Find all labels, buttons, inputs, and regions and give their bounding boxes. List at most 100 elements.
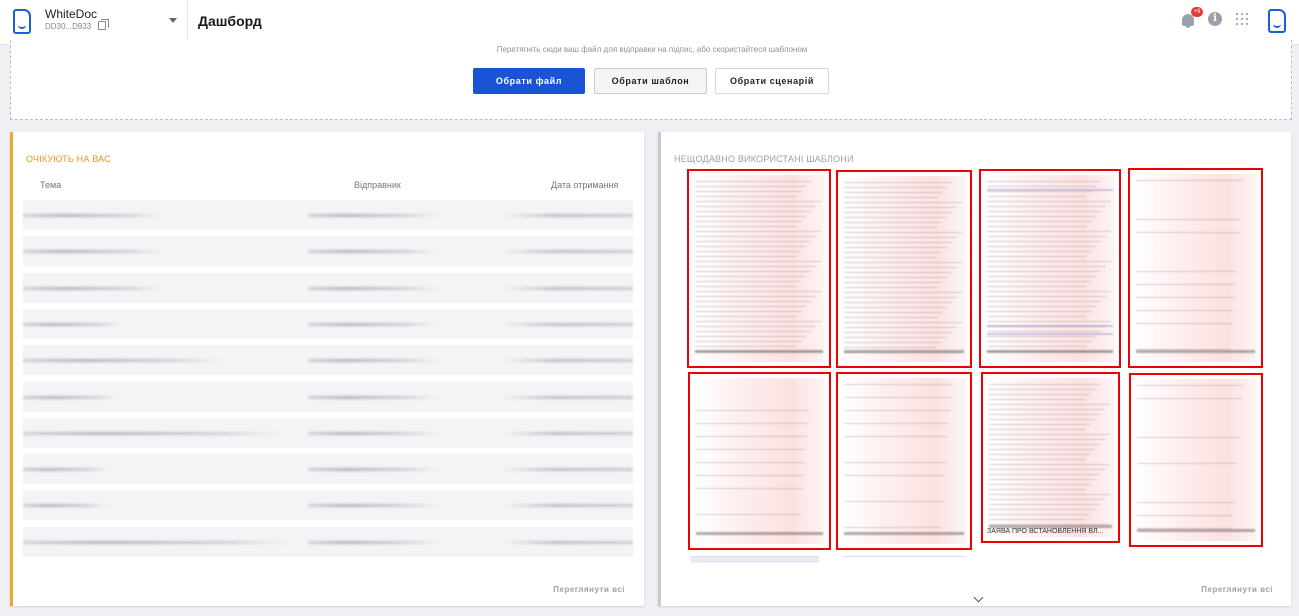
- document-line: [695, 191, 801, 192]
- redacted-sender: [308, 432, 438, 435]
- document-line: [1137, 437, 1239, 438]
- file-drop-zone[interactable]: Перетягніть сюди ваш файл для відправки …: [10, 40, 1292, 120]
- document-line: [695, 291, 821, 292]
- document-line: [1137, 385, 1243, 386]
- document-line: [987, 276, 1096, 277]
- template-thumbnail[interactable]: [1128, 168, 1263, 368]
- document-line: [1136, 350, 1255, 353]
- table-row[interactable]: [23, 418, 633, 448]
- document-line: [987, 316, 1086, 317]
- document-line: [987, 341, 1091, 342]
- document-line: [1137, 463, 1237, 464]
- table-row[interactable]: [23, 236, 633, 266]
- document-line: [987, 286, 1086, 287]
- redacted-date: [501, 432, 633, 435]
- document-line: [987, 251, 1091, 252]
- redacted-sender: [308, 541, 438, 544]
- document-line: [695, 296, 816, 297]
- document-line: [844, 232, 962, 233]
- document-line: [844, 287, 937, 288]
- document-line: [989, 479, 1095, 480]
- chevron-down-icon[interactable]: [974, 593, 984, 603]
- templates-view-all-link[interactable]: Переглянути всі: [1201, 585, 1273, 594]
- template-thumbnail[interactable]: [687, 169, 831, 368]
- redacted-date: [501, 323, 633, 326]
- document-line: [989, 449, 1095, 450]
- table-row[interactable]: [23, 273, 633, 303]
- document-line: [987, 261, 1111, 262]
- document-line: [1136, 271, 1236, 272]
- org-name[interactable]: WhiteDoc: [45, 7, 97, 21]
- table-row[interactable]: [23, 345, 633, 375]
- table-row[interactable]: [23, 309, 633, 339]
- table-row[interactable]: [23, 454, 633, 484]
- document-line: [987, 301, 1101, 302]
- template-thumbnail[interactable]: [836, 170, 972, 368]
- info-icon[interactable]: i: [1208, 12, 1222, 26]
- document-line: [989, 489, 1085, 490]
- redacted-subject: [23, 504, 108, 507]
- document-line: [987, 281, 1091, 282]
- redacted-date: [501, 504, 633, 507]
- document-line: [844, 257, 937, 258]
- brand-logo-icon[interactable]: [1268, 9, 1286, 33]
- document-line: [844, 237, 957, 238]
- document-line: [987, 336, 1096, 337]
- document-line: [844, 347, 937, 348]
- document-line: [987, 333, 1113, 335]
- redacted-date: [501, 468, 633, 471]
- choose-file-button[interactable]: Обрати файл: [473, 68, 585, 94]
- table-row[interactable]: [23, 527, 633, 557]
- document-line: [989, 434, 1110, 435]
- document-line: [844, 202, 962, 203]
- document-line: [989, 424, 1090, 425]
- redacted-date: [501, 541, 633, 544]
- document-line: [987, 189, 1113, 191]
- header-divider: [187, 0, 188, 45]
- document-line: [987, 256, 1086, 257]
- document-line: [989, 409, 1105, 410]
- template-thumbnail[interactable]: [1129, 373, 1263, 547]
- document-line: [695, 306, 806, 307]
- choose-template-button[interactable]: Обрати шаблон: [594, 68, 707, 94]
- document-line: [695, 276, 806, 277]
- document-line: [989, 464, 1110, 465]
- document-line: [695, 231, 821, 232]
- template-thumbnail[interactable]: [836, 372, 972, 550]
- redacted-sender: [308, 287, 438, 290]
- app-logo-icon[interactable]: [13, 9, 31, 34]
- document-line: [989, 459, 1085, 460]
- choose-scenario-button[interactable]: Обрати сценарій: [715, 68, 829, 94]
- column-subject: Тема: [40, 180, 61, 190]
- document-line: [695, 201, 821, 202]
- template-thumbnail[interactable]: [979, 169, 1121, 368]
- document-line: [695, 331, 811, 332]
- template-thumbnail[interactable]: [688, 372, 831, 550]
- template-thumbnail-partial[interactable]: [843, 556, 966, 570]
- document-line: [987, 266, 1106, 267]
- redacted-subject: [23, 250, 163, 253]
- document-line: [989, 454, 1090, 455]
- apps-grid-icon[interactable]: [1236, 13, 1248, 25]
- document-line: [989, 429, 1085, 430]
- table-row[interactable]: [23, 200, 633, 230]
- table-row[interactable]: [23, 490, 633, 520]
- document-line: [695, 236, 816, 237]
- chevron-down-icon[interactable]: [169, 18, 177, 23]
- template-thumbnail[interactable]: ЗАЯВА ПРО ВСТАНОВЛЕННЯ ВЛ...: [981, 372, 1120, 543]
- table-row[interactable]: [23, 382, 633, 412]
- document-line: [989, 469, 1105, 470]
- template-thumbnail-partial[interactable]: [691, 556, 819, 570]
- redacted-sender: [308, 504, 438, 507]
- document-line: [987, 226, 1086, 227]
- copy-icon[interactable]: [98, 21, 106, 30]
- document-line: [844, 397, 951, 398]
- document-line: [844, 337, 947, 338]
- document-line: [844, 332, 952, 333]
- document-line: [1136, 232, 1239, 233]
- document-line: [987, 350, 1113, 353]
- document-line: [696, 488, 803, 489]
- waiting-panel: ОЧІКУЮТЬ НА ВАС Тема Відправник Дата отр…: [10, 132, 644, 606]
- document-line: [695, 311, 801, 312]
- waiting-view-all-link[interactable]: Переглянути всі: [553, 585, 625, 594]
